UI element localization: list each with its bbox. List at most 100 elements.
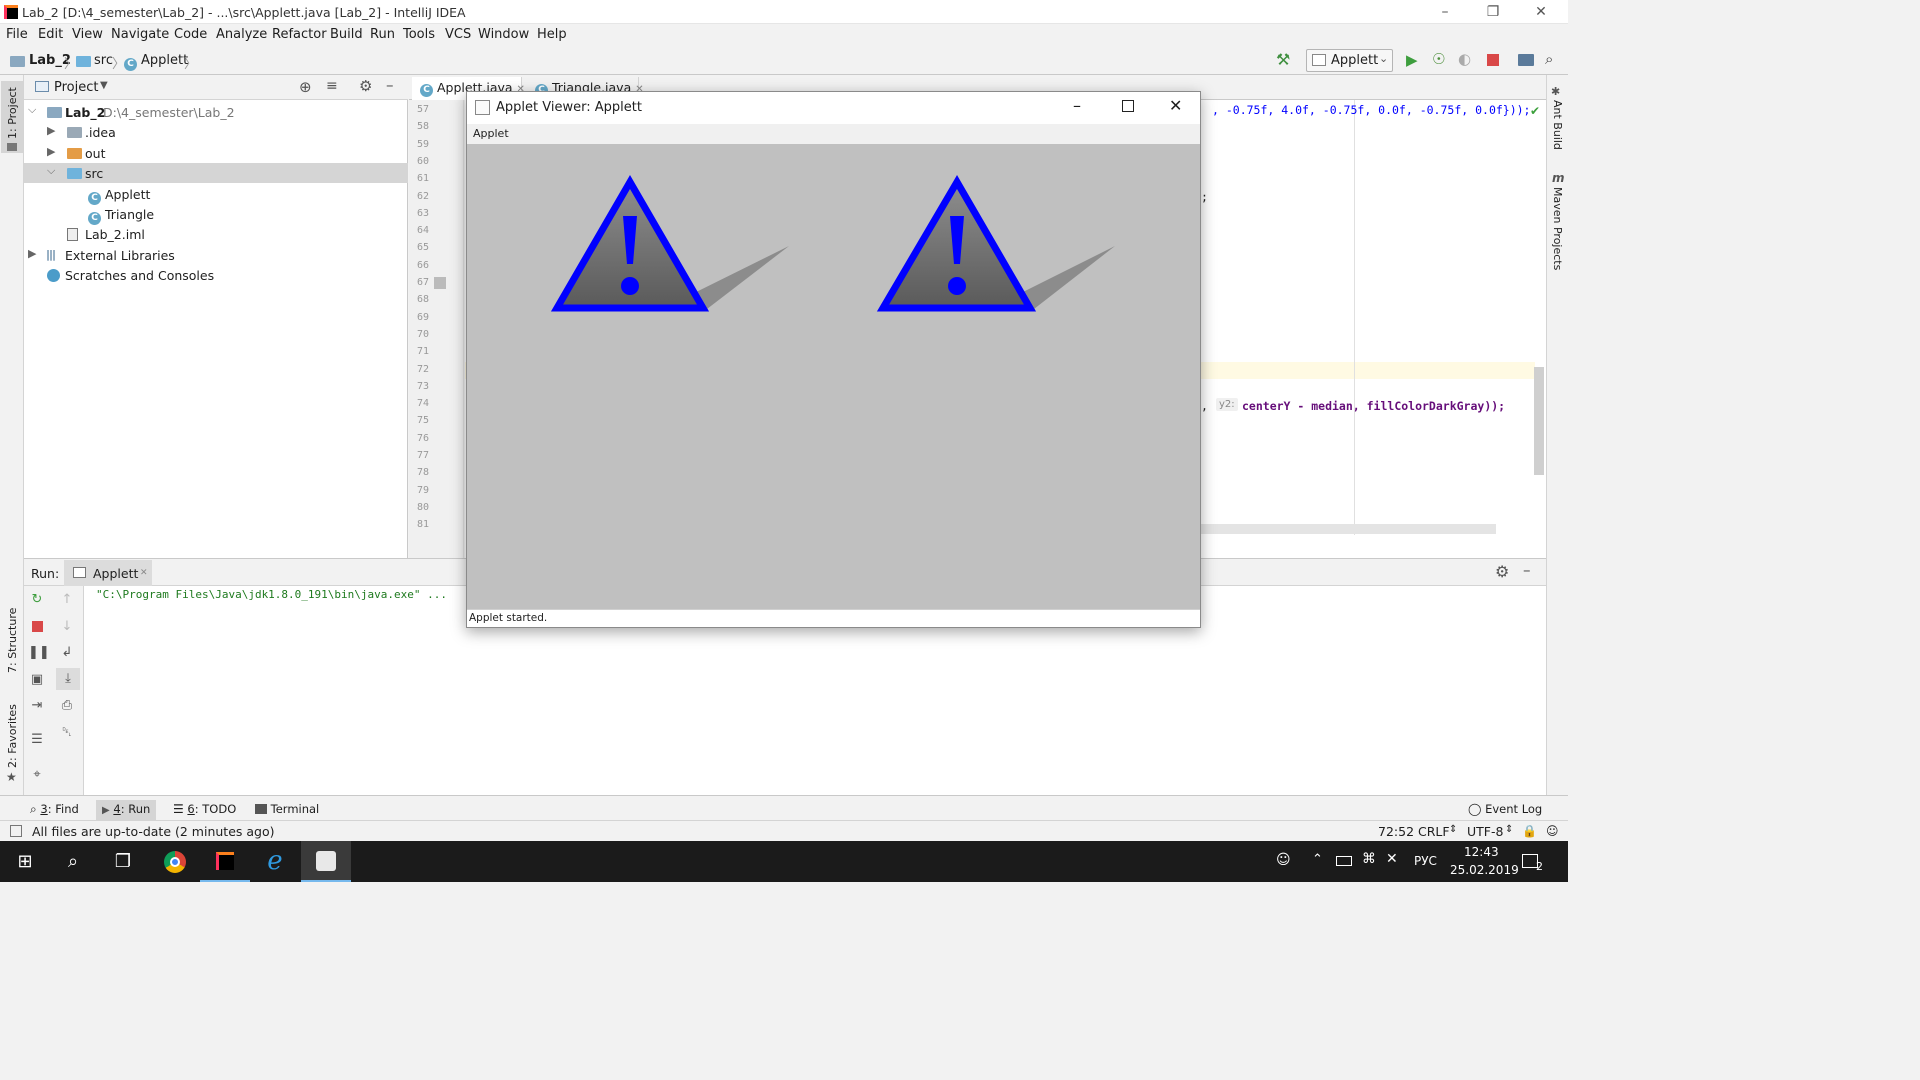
notification-count: 2 bbox=[1536, 860, 1543, 873]
menu-tools[interactable]: Tools bbox=[403, 27, 435, 42]
tab-find[interactable]: ⌕ 3: Find bbox=[24, 800, 85, 820]
arrow-down-icon[interactable]: ↓ bbox=[58, 618, 76, 636]
scroll-to-end-toggle[interactable]: ⤓ bbox=[56, 668, 80, 690]
hide-panel-icon[interactable]: – bbox=[386, 76, 394, 94]
editor-scrollbar[interactable] bbox=[1534, 367, 1544, 475]
tree-item-external-libraries[interactable]: ▶ ||| External Libraries bbox=[24, 245, 408, 265]
java-app-icon[interactable] bbox=[301, 841, 351, 882]
minimize-button[interactable]: – bbox=[1073, 96, 1081, 115]
status-toggle-icon[interactable] bbox=[10, 825, 22, 837]
lock-icon[interactable]: 🔒 bbox=[1522, 824, 1537, 838]
menu-analyze[interactable]: Analyze bbox=[216, 27, 267, 42]
input-language[interactable]: РУС bbox=[1414, 854, 1437, 868]
file-encoding[interactable]: UTF-8 bbox=[1467, 824, 1503, 839]
line-number: 75 bbox=[416, 415, 429, 427]
people-icon[interactable]: ☺ bbox=[1276, 852, 1291, 868]
chevron-down-icon[interactable]: ▼ bbox=[100, 80, 108, 91]
minimize-button[interactable]: – bbox=[1435, 2, 1455, 22]
tab-todo[interactable]: ☰ 6: TODO bbox=[167, 800, 242, 820]
menu-run[interactable]: Run bbox=[370, 27, 395, 42]
menu-file[interactable]: File bbox=[6, 27, 28, 42]
run-icon[interactable]: ▶ bbox=[1406, 51, 1418, 69]
menu-build[interactable]: Build bbox=[330, 27, 363, 42]
chrome-app-icon[interactable] bbox=[150, 841, 200, 882]
tree-item-idea[interactable]: ▶ .idea bbox=[24, 122, 408, 142]
search-icon[interactable]: ⌕ bbox=[1545, 50, 1553, 68]
hide-panel-icon[interactable]: – bbox=[1523, 561, 1531, 579]
menu-help[interactable]: Help bbox=[537, 27, 567, 42]
menu-window[interactable]: Window bbox=[478, 27, 529, 42]
ant-build-tab[interactable]: Ant Build bbox=[1550, 100, 1566, 180]
restore-button[interactable]: ❐ bbox=[1483, 2, 1503, 22]
pause-icon[interactable]: ❚❚ bbox=[28, 644, 50, 662]
menu-navigate[interactable]: Navigate bbox=[111, 27, 169, 42]
tree-item-iml[interactable]: Lab_2.iml bbox=[24, 224, 408, 244]
breadcrumb-folder[interactable]: src bbox=[94, 53, 113, 68]
menu-edit[interactable]: Edit bbox=[38, 27, 63, 42]
internet-explorer-icon[interactable]: e bbox=[250, 841, 300, 882]
tab-run[interactable]: ▶ 4: Run bbox=[96, 800, 157, 820]
tab-terminal[interactable]: Terminal bbox=[249, 800, 325, 820]
gear-icon[interactable]: ⚙ bbox=[359, 77, 372, 95]
applet-menu[interactable]: Applet bbox=[473, 127, 509, 140]
task-view-icon[interactable]: ❐ bbox=[98, 841, 148, 882]
stop-icon[interactable] bbox=[32, 621, 43, 632]
exit-icon[interactable]: ⇥ bbox=[28, 697, 46, 715]
collapse-all-icon[interactable]: ≡ bbox=[326, 78, 338, 94]
tree-item-triangle[interactable]: C Triangle bbox=[24, 204, 408, 225]
battery-icon[interactable] bbox=[1336, 856, 1352, 866]
arrow-up-icon[interactable]: ↑ bbox=[58, 591, 76, 609]
stop-icon[interactable] bbox=[1487, 54, 1499, 66]
layout-icon[interactable]: ☰ bbox=[28, 731, 46, 749]
build-hammer-icon[interactable]: ⚒ bbox=[1276, 50, 1290, 69]
soft-wrap-icon[interactable]: ↲ bbox=[58, 644, 76, 662]
close-button[interactable]: ✕ bbox=[1169, 96, 1182, 115]
coverage-icon[interactable]: ◐ bbox=[1458, 50, 1471, 68]
maven-projects-tab[interactable]: Maven Projects bbox=[1550, 187, 1566, 277]
close-button[interactable]: ✕ bbox=[1531, 2, 1551, 22]
tree-item-src[interactable]: ⌵ src bbox=[24, 163, 408, 183]
inspector-icon[interactable]: ☺ bbox=[1546, 824, 1559, 838]
tree-item-scratches[interactable]: Scratches and Consoles bbox=[24, 265, 408, 285]
line-separator[interactable]: CRLF bbox=[1418, 824, 1450, 839]
run-config-select[interactable]: Applett ⌄ bbox=[1306, 49, 1393, 72]
project-tool-tab[interactable]: 1: Project bbox=[1, 81, 23, 153]
run-tab-applett[interactable]: Applett ✕ bbox=[64, 560, 152, 586]
close-tab-icon[interactable]: ✕ bbox=[140, 568, 148, 578]
tree-item-lab2[interactable]: ⌵ Lab_2 D:\4_semester\Lab_2 bbox=[24, 102, 408, 122]
project-structure-icon[interactable] bbox=[1518, 54, 1534, 66]
tree-item-out[interactable]: ▶ out bbox=[24, 143, 408, 163]
print-icon[interactable]: ⎙ bbox=[58, 697, 76, 715]
menu-view[interactable]: View bbox=[72, 27, 103, 42]
rerun-icon[interactable]: ↻ bbox=[28, 591, 46, 609]
favorites-tool-tab[interactable]: 2: Favorites ★ bbox=[1, 704, 23, 785]
locate-target-icon[interactable]: ⊕ bbox=[299, 78, 312, 96]
tree-item-applett[interactable]: C Applett bbox=[24, 184, 408, 205]
project-panel-title[interactable]: Project bbox=[54, 80, 98, 95]
breakpoint-marker-icon[interactable] bbox=[434, 277, 446, 289]
debug-bug-icon[interactable]: ☉ bbox=[1432, 50, 1445, 68]
menu-vcs[interactable]: VCS bbox=[445, 27, 471, 42]
search-icon[interactable]: ⌕ bbox=[48, 841, 98, 882]
trash-icon[interactable]: ␡ bbox=[58, 724, 76, 742]
pin-icon[interactable]: ⌖ bbox=[28, 766, 46, 784]
iml-file-icon bbox=[67, 228, 78, 241]
event-log-button[interactable]: ◯ Event Log bbox=[1462, 800, 1548, 820]
wifi-icon[interactable]: ⌘ bbox=[1362, 851, 1376, 867]
breadcrumb-file[interactable]: Applett bbox=[141, 53, 188, 68]
maximize-button[interactable] bbox=[1122, 100, 1134, 112]
clock-date[interactable]: 25.02.2019 bbox=[1450, 863, 1519, 877]
structure-tool-tab[interactable]: 7: Structure bbox=[1, 608, 23, 687]
chevron-up-icon[interactable]: ⌃ bbox=[1312, 852, 1323, 867]
caret-position[interactable]: 72:52 bbox=[1378, 824, 1414, 839]
editor-horizontal-scrollbar[interactable] bbox=[1200, 524, 1496, 534]
menu-refactor[interactable]: Refactor bbox=[272, 27, 327, 42]
volume-muted-icon[interactable]: ✕ bbox=[1386, 851, 1398, 867]
intellij-app-icon[interactable] bbox=[200, 841, 250, 882]
menu-code[interactable]: Code bbox=[174, 27, 207, 42]
gear-icon[interactable]: ⚙ bbox=[1495, 562, 1509, 581]
camera-icon[interactable]: ▣ bbox=[28, 671, 46, 689]
action-center-button[interactable]: 2 bbox=[1520, 852, 1546, 873]
clock-time[interactable]: 12:43 bbox=[1464, 845, 1499, 859]
windows-start-icon[interactable]: ⊞ bbox=[0, 841, 50, 882]
